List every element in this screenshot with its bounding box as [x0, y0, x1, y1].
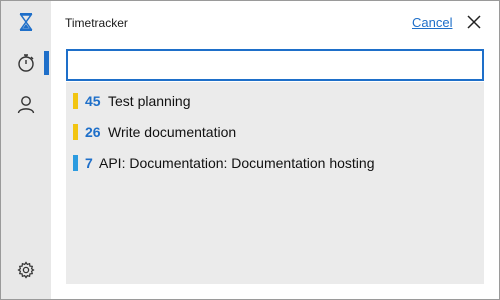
- hourglass-icon: [19, 13, 33, 31]
- cancel-link[interactable]: Cancel: [412, 15, 452, 30]
- sidebar-item-user[interactable]: [1, 85, 51, 123]
- tag-color-bar: [73, 155, 78, 171]
- result-item[interactable]: 45 Test planning: [66, 87, 484, 115]
- result-label: Test planning: [108, 93, 191, 109]
- result-label: API: Documentation: Documentation hostin…: [99, 155, 375, 171]
- result-item[interactable]: 7 API: Documentation: Documentation host…: [66, 149, 484, 177]
- window-title: Timetracker: [65, 16, 128, 30]
- tag-color-bar: [73, 93, 78, 109]
- stopwatch-icon: [18, 54, 34, 72]
- result-number: 45: [85, 93, 101, 109]
- user-icon: [17, 96, 35, 114]
- result-label: Write documentation: [108, 124, 237, 140]
- tag-color-bar: [73, 124, 78, 140]
- results-list: 45 Test planning 26 Write documentation …: [66, 82, 484, 284]
- result-number: 26: [85, 124, 101, 140]
- close-icon[interactable]: [465, 13, 483, 31]
- search-input[interactable]: [66, 49, 484, 81]
- app-window: Timetracker Cancel 45 Test planning 26 W…: [0, 0, 500, 300]
- sidebar-item-settings[interactable]: [1, 251, 51, 289]
- active-indicator: [44, 51, 49, 75]
- gear-icon: [17, 261, 35, 279]
- sidebar-item-hourglass[interactable]: [1, 3, 51, 41]
- result-number: 7: [85, 155, 93, 171]
- result-item[interactable]: 26 Write documentation: [66, 118, 484, 146]
- sidebar: [1, 1, 51, 299]
